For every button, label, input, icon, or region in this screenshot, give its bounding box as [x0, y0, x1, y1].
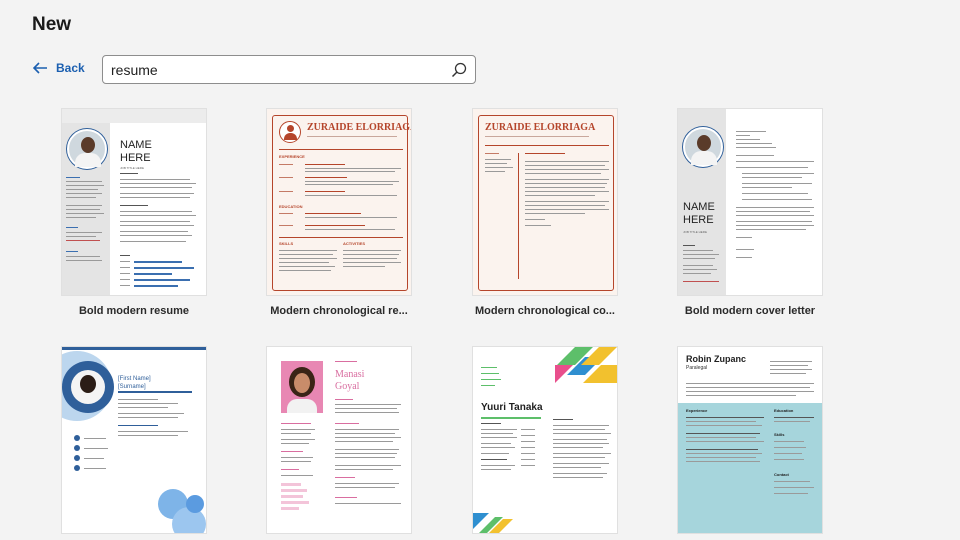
thumb-photo — [281, 361, 323, 413]
thumb-dot — [74, 445, 80, 451]
thumb-name: Manasi Goyal — [335, 369, 365, 392]
template-label[interactable]: Bold modern resume — [59, 305, 209, 317]
thumb-teal-panel — [678, 403, 822, 533]
thumb-avatar — [279, 121, 301, 143]
thumb-subtitle: Paralegal — [686, 365, 708, 371]
back-button[interactable]: Back — [33, 61, 85, 75]
thumb-section: Education — [774, 408, 794, 413]
template-card-manasi-goyal[interactable]: Manasi Goyal — [266, 346, 412, 534]
search-box[interactable] — [102, 55, 476, 84]
thumb-geometric-top — [555, 347, 617, 383]
thumb-photo — [62, 361, 114, 413]
template-card-bold-modern-resume[interactable]: NAME HERE JOB TITLE HERE — [61, 108, 207, 296]
thumb-dot — [74, 435, 80, 441]
search-icon[interactable] — [451, 62, 467, 78]
thumb-geometric-bottom — [473, 513, 513, 533]
thumb-name: NAME HERE — [683, 201, 715, 226]
thumb-name: ZURAIDE ELORRIAGA — [307, 122, 412, 133]
thumb-subtitle: JOB TITLE HERE — [683, 230, 707, 234]
thumb-name: Yuuri Tanaka — [481, 402, 543, 413]
thumb-section: EDUCATION — [279, 204, 303, 209]
page-title: New — [32, 14, 72, 35]
thumb-name: Robin Zupanc — [686, 354, 746, 364]
thumb-section: Contact — [774, 472, 789, 477]
thumb-dot — [74, 465, 80, 471]
thumb-divider — [518, 153, 519, 279]
template-label[interactable]: Modern chronological re... — [264, 305, 414, 317]
template-card-blue-circles-resume[interactable]: [First Name] [Surname] — [61, 346, 207, 534]
thumb-name: ZURAIDE ELORRIAGA — [485, 122, 596, 133]
thumb-section: EXPERIENCE — [279, 154, 305, 159]
thumb-section: SKILLS — [279, 241, 294, 246]
thumb-top-bar — [62, 347, 206, 350]
template-card-robin-zupanc[interactable]: Robin Zupanc Paralegal Experience Educat… — [677, 346, 823, 534]
thumb-frame — [478, 115, 614, 291]
thumb-subtitle: JOB TITLE HERE — [120, 166, 144, 170]
template-card-yuuri-tanaka[interactable]: Yuuri Tanaka — [472, 346, 618, 534]
thumb-section: Experience — [686, 408, 708, 413]
thumb-section: ACTIVITIES — [343, 241, 366, 246]
back-label: Back — [56, 61, 85, 75]
thumb-section: Skills — [774, 432, 785, 437]
template-label[interactable]: Bold modern cover letter — [675, 305, 825, 317]
search-input[interactable] — [111, 61, 451, 78]
template-card-bold-modern-cover-letter[interactable]: NAME HERE JOB TITLE HERE — [677, 108, 823, 296]
thumb-dot — [74, 455, 80, 461]
template-card-modern-chronological-cover[interactable]: ZURAIDE ELORRIAGA — [472, 108, 618, 296]
template-card-modern-chronological-resume[interactable]: ZURAIDE ELORRIAGA EXPERIENCE EDUCATION S… — [266, 108, 412, 296]
thumb-name: [First Name] [Surname] — [118, 376, 151, 390]
thumb-photo — [67, 129, 107, 169]
thumb-top-band — [62, 109, 206, 123]
arrow-left-icon — [33, 62, 47, 74]
thumb-name: NAME HERE — [120, 139, 152, 164]
template-label[interactable]: Modern chronological co... — [470, 305, 620, 317]
thumb-photo — [683, 127, 723, 167]
thumb-bubble — [186, 495, 204, 513]
